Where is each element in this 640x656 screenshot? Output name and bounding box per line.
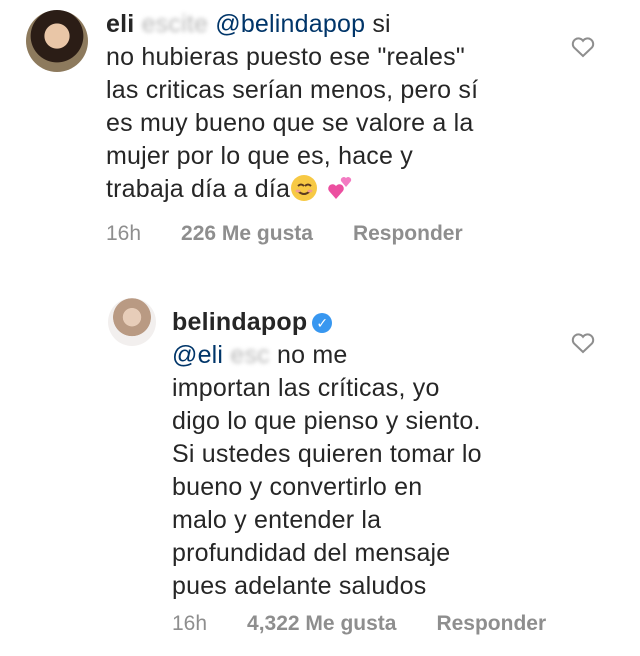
comment-1-username[interactable]: eli [106,10,134,38]
smiling-face-emoji-icon [291,175,318,201]
comment-1-username-tail: ite [181,10,209,38]
comment-2-mention-hidden: esc [230,341,270,369]
comment-1-time: 16h [106,222,142,245]
comment-1-meta: 16h 226 Me gusta Responder [106,222,463,246]
verified-badge-icon: ✓ [312,313,333,333]
comment-2-body: belindapop ✓ @eli esc no me importan las … [172,306,572,603]
comment-2-text: no me importan las críticas, yo digo lo … [172,341,482,600]
comment-1-like-icon[interactable] [570,35,596,59]
reply-avatar[interactable] [108,298,156,346]
comment-2-like-icon[interactable] [570,331,596,355]
comment-2-mention[interactable]: @eli [172,341,223,369]
comment-2-meta: 16h 4,322 Me gusta Responder [172,612,546,636]
commenter-avatar[interactable] [26,10,88,72]
two-hearts-emoji-icon [328,177,352,199]
comment-2-likes[interactable]: 4,322 Me gusta [247,612,396,636]
comment-1-body: eli escite @belindapop si no hubieras pu… [106,8,586,206]
comment-1-mention[interactable]: @belindapop [215,10,365,38]
comment-1-likes[interactable]: 226 Me gusta [181,222,313,246]
comment-1-username-hidden: esc [141,10,182,38]
comment-2-username[interactable]: belindapop [172,308,307,336]
comment-2-time: 16h [172,612,208,635]
comment-1-reply-button[interactable]: Responder [353,222,463,246]
comment-2-reply-button[interactable]: Responder [436,612,546,636]
